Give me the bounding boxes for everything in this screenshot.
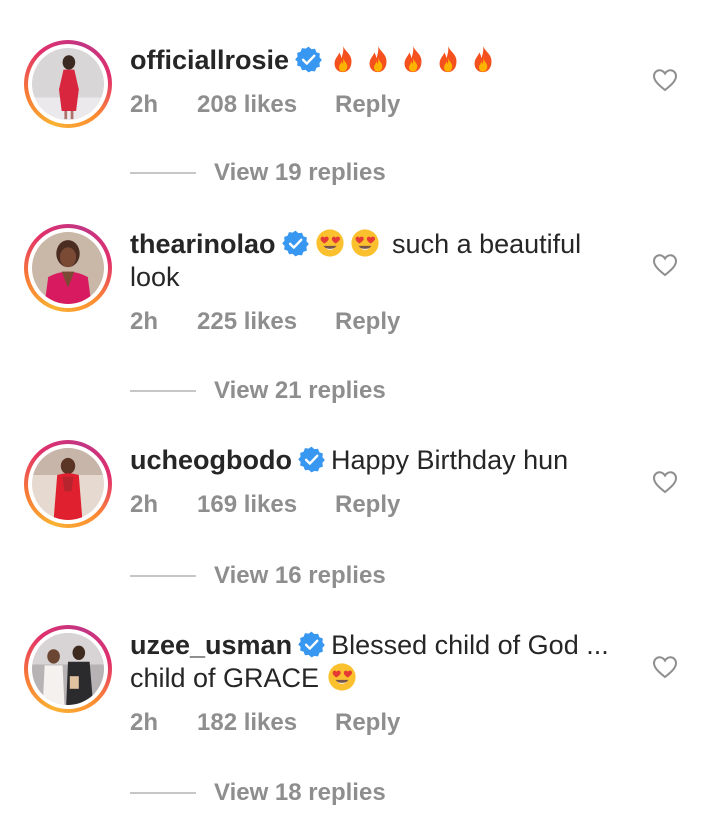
username[interactable]: officiallrosie bbox=[130, 45, 289, 75]
avatar-story-ring[interactable] bbox=[24, 224, 112, 312]
comment-meta: 2h 169 likes Reply bbox=[130, 491, 630, 519]
comment-text: ucheogbodo Happy Birthday hun bbox=[130, 444, 630, 477]
comment-body: officiallrosie 2h 208 likes Reply bbox=[130, 44, 630, 119]
heart-eyes-emoji-icon bbox=[315, 228, 345, 258]
username[interactable]: ucheogbodo bbox=[130, 445, 292, 475]
avatar-story-ring[interactable] bbox=[24, 625, 112, 713]
reply-button[interactable]: Reply bbox=[335, 709, 400, 737]
fire-emoji-icon bbox=[468, 44, 498, 74]
avatar bbox=[32, 232, 104, 304]
fire-emoji-icon bbox=[328, 44, 358, 74]
view-replies-button[interactable]: View 18 replies bbox=[130, 778, 386, 808]
comment-body: uzee_usman Blessed child of God ... child… bbox=[130, 629, 630, 737]
avatar-story-ring[interactable] bbox=[24, 40, 112, 128]
heart-eyes-emoji-icon bbox=[327, 662, 357, 692]
divider bbox=[130, 172, 196, 174]
verified-badge-icon bbox=[295, 46, 322, 73]
likes-count[interactable]: 182 likes bbox=[197, 709, 335, 737]
comment-message: Blessed child of God ... bbox=[331, 630, 609, 660]
comment-message: Happy Birthday hun bbox=[330, 445, 569, 475]
divider bbox=[130, 575, 196, 577]
comment-text: uzee_usman Blessed child of God ... bbox=[130, 629, 630, 662]
view-replies-button[interactable]: View 19 replies bbox=[130, 158, 386, 188]
comments-list: officiallrosie 2h 208 likes Reply View 1… bbox=[0, 0, 720, 825]
comment-meta: 2h 225 likes Reply bbox=[130, 308, 630, 336]
comment-message: such a beautiful bbox=[392, 229, 582, 259]
like-heart-icon[interactable] bbox=[652, 655, 678, 679]
comment-time: 2h bbox=[130, 709, 159, 736]
view-replies-label: View 18 replies bbox=[214, 779, 386, 806]
comment-text-continued: look bbox=[130, 262, 180, 292]
avatar-story-ring[interactable] bbox=[24, 440, 112, 528]
comment-meta: 2h 208 likes Reply bbox=[130, 91, 630, 119]
view-replies-label: View 19 replies bbox=[214, 159, 386, 186]
avatar bbox=[32, 633, 104, 705]
likes-count[interactable]: 208 likes bbox=[197, 91, 335, 119]
heart-eyes-emoji-icon bbox=[350, 228, 380, 258]
comment-text-continued: child of GRACE bbox=[130, 662, 630, 695]
comment-meta: 2h 182 likes Reply bbox=[130, 709, 630, 737]
reply-button[interactable]: Reply bbox=[335, 91, 400, 119]
comment-message-continued: child of GRACE bbox=[130, 663, 320, 693]
comment-time: 2h bbox=[130, 308, 159, 335]
comment-time: 2h bbox=[130, 91, 159, 118]
view-replies-button[interactable]: View 16 replies bbox=[130, 561, 386, 591]
username[interactable]: thearinolao bbox=[130, 229, 276, 259]
divider bbox=[130, 792, 196, 794]
view-replies-label: View 21 replies bbox=[214, 377, 386, 404]
verified-badge-icon bbox=[298, 446, 325, 473]
fire-emoji-icon bbox=[363, 44, 393, 74]
view-replies-button[interactable]: View 21 replies bbox=[130, 376, 386, 406]
username[interactable]: uzee_usman bbox=[130, 630, 292, 660]
comment-body: ucheogbodo Happy Birthday hun 2h 169 like… bbox=[130, 444, 630, 519]
likes-count[interactable]: 169 likes bbox=[197, 491, 335, 519]
reply-button[interactable]: Reply bbox=[335, 308, 400, 336]
reply-button[interactable]: Reply bbox=[335, 491, 400, 519]
verified-badge-icon bbox=[298, 631, 325, 658]
view-replies-label: View 16 replies bbox=[214, 562, 386, 589]
fire-emoji-icon bbox=[433, 44, 463, 74]
divider bbox=[130, 390, 196, 392]
comment-body: thearinolao such a beautiful look 2h 225… bbox=[130, 228, 630, 336]
avatar bbox=[32, 448, 104, 520]
like-heart-icon[interactable] bbox=[652, 470, 678, 494]
comment-text: officiallrosie bbox=[130, 44, 630, 77]
comment-time: 2h bbox=[130, 491, 159, 518]
like-heart-icon[interactable] bbox=[652, 253, 678, 277]
verified-badge-icon bbox=[282, 230, 309, 257]
fire-emoji-icon bbox=[398, 44, 428, 74]
likes-count[interactable]: 225 likes bbox=[197, 308, 335, 336]
avatar bbox=[32, 48, 104, 120]
comment-text: thearinolao such a beautiful bbox=[130, 228, 630, 261]
like-heart-icon[interactable] bbox=[652, 68, 678, 92]
